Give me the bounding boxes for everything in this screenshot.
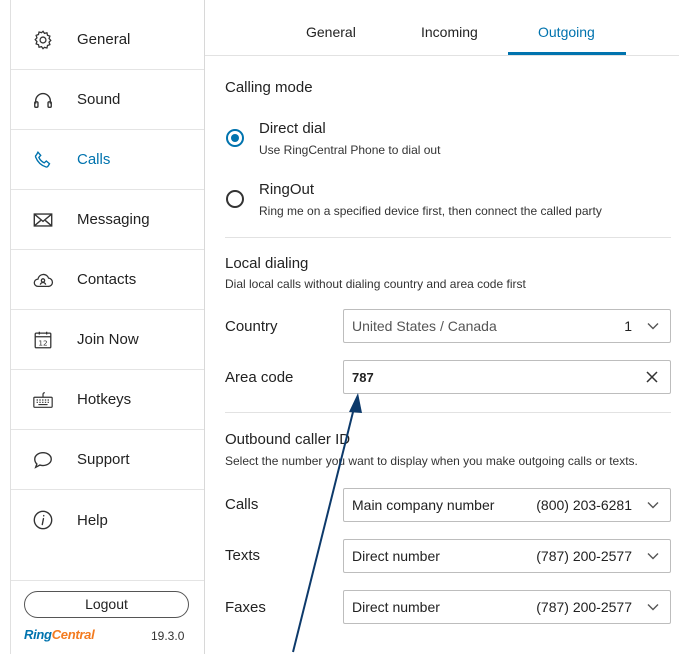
caller-id-texts-select[interactable]: Direct number (787) 200-2577 [343,539,671,573]
caller-id-calls-select[interactable]: Main company number (800) 203-6281 [343,488,671,522]
caller-id-name: Main company number [352,497,495,513]
caller-id-texts-label: Texts [225,547,261,564]
settings-sidebar: General Sound Calls Messaging Contacts 1… [0,0,205,654]
gear-icon [31,28,55,52]
brand-logo-part1: Ring [24,627,52,642]
direct-dial-label: Direct dial [259,120,326,137]
outbound-caller-id-title: Outbound caller ID [225,431,351,448]
sidebar-item-hotkeys[interactable]: Hotkeys [11,370,204,430]
brand-logo-part2: Central [51,627,95,642]
divider [225,237,671,238]
phone-icon [31,148,55,172]
sidebar-item-contacts[interactable]: Contacts [11,250,204,310]
sidebar-item-join-now[interactable]: 12 Join Now [11,310,204,370]
headphones-icon [31,88,55,112]
settings-main-panel: General Incoming Outgoing Calling mode D… [205,0,679,654]
outbound-caller-id-description: Select the number you want to display wh… [225,454,638,468]
caller-id-faxes-label: Faxes [225,599,266,616]
ringout-description: Ring me on a specified device first, the… [259,204,602,218]
tab-incoming[interactable]: Incoming [421,24,478,40]
sidebar-footer: Logout RingCentral 19.3.0 [11,580,204,654]
chat-bubble-icon [31,448,55,472]
info-icon [31,508,55,532]
brand-logo: RingCentral [24,627,95,642]
caller-id-faxes-select[interactable]: Direct number (787) 200-2577 [343,590,671,624]
logout-button[interactable]: Logout [24,591,189,618]
tab-outgoing[interactable]: Outgoing [538,24,595,40]
sidebar-item-calls[interactable]: Calls [11,130,204,190]
envelope-icon [31,208,55,232]
sidebar-item-label: Sound [77,91,121,108]
country-label: Country [225,318,278,335]
divider [225,412,671,413]
calling-mode-title: Calling mode [225,79,313,96]
caller-id-number: (787) 200-2577 [536,599,632,615]
chevron-down-icon [646,549,660,563]
caller-id-calls-label: Calls [225,496,259,513]
sidebar-item-label: Hotkeys [77,391,132,408]
sidebar-item-label: Help [77,511,108,529]
area-code-label: Area code [225,369,294,386]
sidebar-item-help[interactable]: Help [11,490,204,550]
caller-id-name: Direct number [352,599,440,615]
caller-id-name: Direct number [352,548,440,564]
tab-general[interactable]: General [306,24,356,40]
sidebar-item-support[interactable]: Support [11,430,204,490]
local-dialing-title: Local dialing [225,255,309,272]
country-value: United States / Canada [352,318,497,334]
area-code-value: 787 [352,369,374,385]
calendar-icon: 12 [31,328,55,352]
sidebar-item-messaging[interactable]: Messaging [11,190,204,250]
cloud-contacts-icon [31,268,55,292]
sidebar-item-label: Calls [77,151,111,168]
sidebar-item-label: Messaging [77,211,150,228]
sidebar-item-label: General [77,31,131,48]
area-code-input[interactable]: 787 [343,360,671,394]
ringout-label: RingOut [259,181,315,198]
sidebar-item-label: Join Now [77,331,139,348]
caller-id-number: (800) 203-6281 [536,497,632,513]
sidebar-item-label: Contacts [77,271,137,288]
caller-id-number: (787) 200-2577 [536,548,632,564]
keyboard-icon [31,388,55,412]
clear-icon[interactable] [646,370,660,384]
app-version: 19.3.0 [151,629,185,643]
settings-tabs: General Incoming Outgoing [205,0,679,56]
active-tab-indicator [508,52,626,55]
sidebar-item-general[interactable]: General [11,10,204,70]
direct-dial-radio[interactable] [226,129,244,147]
direct-dial-description: Use RingCentral Phone to dial out [259,143,441,157]
country-select[interactable]: United States / Canada 1 [343,309,671,343]
ringout-radio[interactable] [226,190,244,208]
sidebar-item-sound[interactable]: Sound [11,70,204,130]
chevron-down-icon [646,600,660,614]
svg-text:12: 12 [38,338,47,347]
chevron-down-icon [646,319,660,333]
local-dialing-description: Dial local calls without dialing country… [225,277,526,291]
sidebar-item-label: Support [77,451,130,468]
country-code: 1 [624,318,632,334]
chevron-down-icon [646,498,660,512]
